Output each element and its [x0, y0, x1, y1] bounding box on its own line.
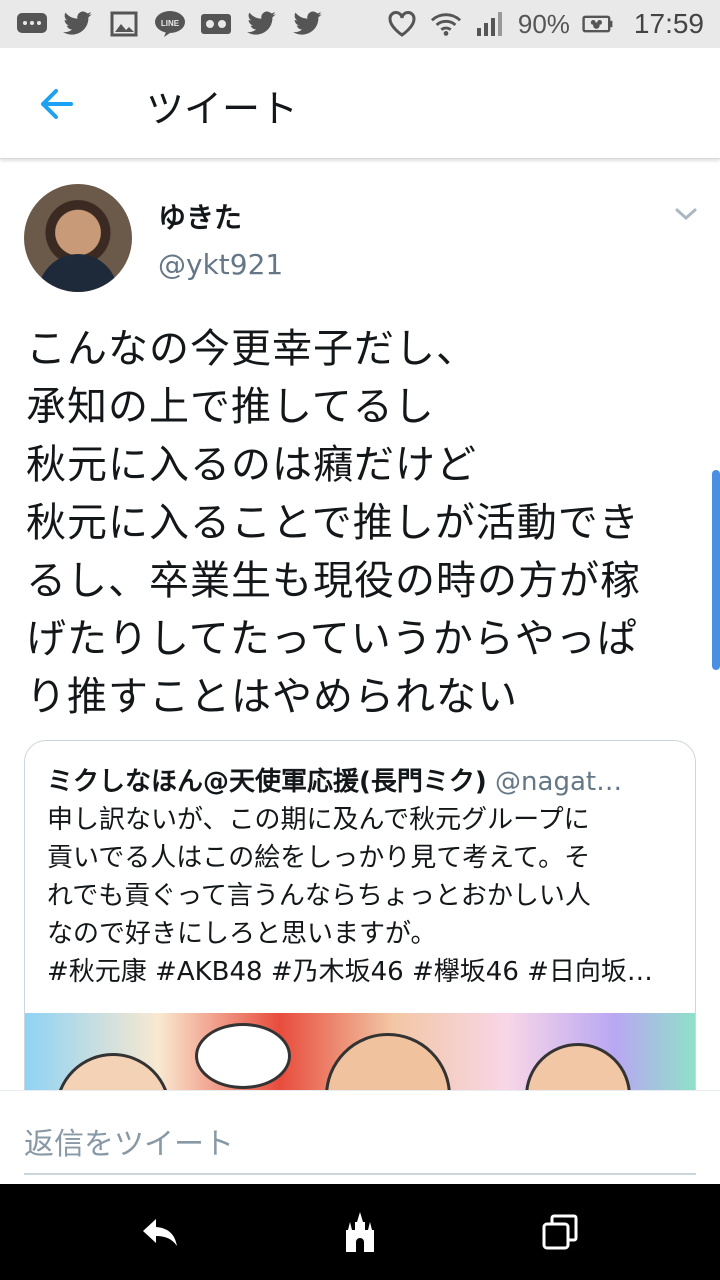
quote-line: #秋元康 #AKB48 #乃木坂46 #欅坂46 #日向坂…	[47, 957, 653, 987]
signal-icon	[474, 10, 506, 38]
twitter-icon	[62, 10, 94, 38]
tweet-line: るし、卒業生も現役の時の方が稼	[26, 558, 641, 604]
tweet-text: こんなの今更幸子だし、 承知の上で推してるし 秋元に入るのは癪だけど 秋元に入る…	[26, 320, 706, 726]
twitter-icon	[292, 10, 324, 38]
back-nav-icon[interactable]	[136, 1208, 184, 1256]
notification-icons: LINE	[16, 8, 324, 40]
tweet-line: 承知の上で推してるし	[26, 384, 435, 430]
chevron-down-icon[interactable]	[672, 200, 700, 228]
clock: 17:59	[633, 8, 704, 39]
quote-author-name: ミクしなほん@天使軍応援(長門ミク)	[47, 767, 487, 797]
tweet-line: げたりしてたっていうからやっぱ	[26, 616, 638, 662]
author-handle[interactable]: @ykt921	[158, 248, 283, 281]
voicemail-icon	[200, 10, 232, 38]
app-header: ツイート	[0, 48, 720, 159]
system-status: 90% 17:59	[386, 8, 704, 40]
tweet-line: 秋元に入ることで推しが活動でき	[26, 500, 640, 546]
navigation-bar	[0, 1184, 720, 1280]
reply-input[interactable]: 返信をツイート	[24, 1119, 696, 1175]
quote-line: れでも貢ぐって言うんならちょっとおかしい人	[47, 881, 591, 911]
svg-text:LINE: LINE	[161, 19, 180, 28]
message-icon	[16, 10, 48, 38]
quote-line: 申し訳ないが、この期に及んで秋元グループに	[47, 805, 590, 835]
line-icon: LINE	[154, 10, 186, 38]
quote-line: 貢いでる人はこの絵をしっかり見て考えて。そ	[47, 843, 591, 873]
twitter-icon	[246, 10, 278, 38]
scrollbar[interactable]	[712, 470, 720, 670]
wifi-icon	[430, 10, 462, 38]
quote-header: ミクしなほん@天使軍応援(長門ミク) @nagat…	[47, 761, 677, 798]
back-arrow-icon[interactable]	[34, 84, 78, 124]
quote-author-handle: @nagat…	[495, 767, 623, 797]
tweet-line: こんなの今更幸子だし、	[26, 326, 477, 372]
heart-icon	[386, 10, 418, 38]
image-icon	[108, 10, 140, 38]
page-title: ツイート	[146, 87, 299, 131]
battery-icon	[582, 10, 614, 38]
author-name[interactable]: ゆきた	[158, 196, 242, 236]
tweet-line: り推すことはやめられない	[26, 674, 518, 720]
reply-bar: 返信をツイート	[0, 1090, 720, 1185]
avatar[interactable]	[24, 184, 132, 292]
castle-home-icon[interactable]	[336, 1208, 384, 1256]
tweet-line: 秋元に入るのは癪だけど	[26, 442, 477, 488]
quote-text: 申し訳ないが、この期に及んで秋元グループに 貢いでる人はこの絵をしっかり見て考え…	[47, 801, 687, 991]
status-bar: LINE 90% 17:59	[0, 0, 720, 48]
quote-line: なので好きにしろと思いますが。	[47, 919, 437, 949]
battery-percent: 90%	[517, 8, 570, 39]
recent-apps-icon[interactable]	[536, 1208, 584, 1256]
